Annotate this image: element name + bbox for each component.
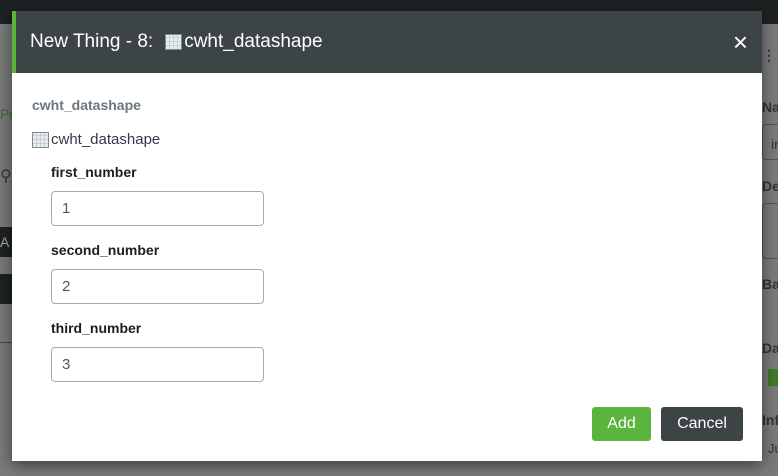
datashape-table-icon	[165, 34, 183, 50]
bg-text: A	[0, 234, 10, 250]
cancel-button[interactable]: Cancel	[661, 407, 743, 441]
bg-text: in	[771, 136, 778, 152]
datashape-title-name: cwht_datashape	[184, 31, 323, 52]
field-label: first_number	[51, 164, 137, 180]
close-icon[interactable]: ×	[733, 29, 748, 55]
datashape-title: cwht_datashape	[165, 31, 323, 53]
field-first-number: first_number	[51, 164, 762, 226]
add-button[interactable]: Add	[592, 407, 651, 441]
bg-textarea	[762, 203, 778, 259]
second-number-input[interactable]	[51, 269, 264, 304]
field-second-number: second_number	[51, 242, 762, 304]
bg-text: Da	[762, 340, 778, 356]
new-thing-dialog: New Thing - 8: cwht_datashape × cwht_dat…	[12, 11, 762, 461]
bg-menu-icon: ⋮	[762, 47, 776, 63]
bg-block	[0, 274, 12, 304]
bg-search-icon: ⚲	[0, 168, 12, 185]
bg-text: Inf	[762, 412, 778, 428]
bg-text: Na	[762, 99, 778, 115]
first-number-input[interactable]	[51, 191, 264, 226]
datashape-label: cwht_datashape	[32, 131, 762, 148]
dialog-header: New Thing - 8: cwht_datashape ×	[12, 11, 762, 73]
field-label: second_number	[51, 242, 160, 258]
section-title: cwht_datashape	[32, 97, 141, 113]
third-number-input[interactable]	[51, 347, 264, 382]
bg-text: De	[762, 178, 778, 194]
bg-icon	[768, 369, 778, 386]
dialog-actions: Add Cancel	[592, 407, 743, 441]
dialog-body: cwht_datashape cwht_datashape first_numb…	[12, 73, 762, 382]
datashape-table-icon	[32, 131, 49, 148]
bg-text: Ju	[768, 441, 778, 456]
dialog-title: New Thing - 8:	[30, 31, 154, 52]
field-label: third_number	[51, 320, 142, 336]
bg-text: Ba	[762, 276, 778, 292]
datashape-label-text: cwht_datashape	[51, 131, 161, 148]
field-third-number: third_number	[51, 320, 762, 382]
bg-divider	[0, 342, 12, 343]
